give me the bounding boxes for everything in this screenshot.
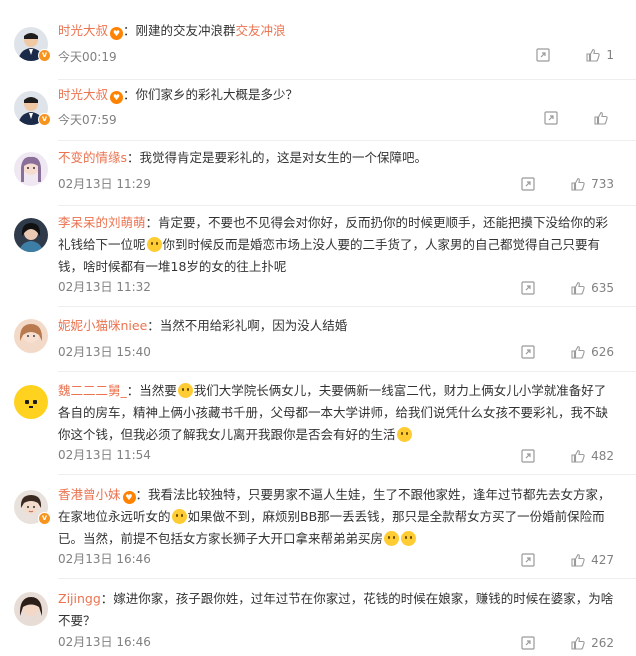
like-button[interactable]: 262 <box>571 636 614 650</box>
thumbs-up-icon <box>571 553 585 567</box>
reply-icon[interactable] <box>521 449 535 463</box>
verified-badge-icon: v <box>38 512 51 525</box>
avatar[interactable] <box>14 592 48 626</box>
comment-actions: 427 <box>521 553 614 567</box>
laugh-cry-emoji-icon <box>396 427 412 442</box>
like-count: 733 <box>591 177 614 191</box>
comment-text: 不变的情缘s：我觉得肯定是要彩礼的，这是对女生的一个保障吧。 <box>58 147 614 169</box>
divider <box>58 79 636 80</box>
topic-link[interactable]: 交友冲浪 <box>236 23 286 38</box>
avatar[interactable] <box>14 152 48 186</box>
comment-content: ：当然要 <box>126 383 177 398</box>
comment-text: 香港曾小妹 ♥ ：我看法比较独特，只要男家不逼人生娃，生了不跟他家姓，逢年过节都先去… <box>58 484 614 550</box>
divider <box>58 371 636 372</box>
thumbs-up-icon <box>586 48 601 62</box>
member-badge-icon: ♥ <box>110 27 124 40</box>
avatar[interactable] <box>14 218 48 252</box>
reply-icon[interactable] <box>521 281 535 295</box>
like-button[interactable]: 733 <box>571 177 614 191</box>
avatar[interactable] <box>14 319 48 353</box>
username-link[interactable]: 妮妮小猫咪niee <box>58 318 147 333</box>
laugh-cry-emoji-icon <box>177 383 193 398</box>
username-link[interactable]: 时光大叔 <box>58 23 108 38</box>
comment-actions <box>544 111 614 125</box>
thumbs-up-icon <box>594 111 608 125</box>
thumbs-up-icon <box>571 449 585 463</box>
comment-actions: 635 <box>521 281 614 295</box>
verified-badge-icon: v <box>38 113 51 126</box>
comment-actions: 482 <box>521 449 614 463</box>
like-button[interactable]: 427 <box>571 553 614 567</box>
like-count: 262 <box>591 636 614 650</box>
username-link[interactable]: 李呆呆的刘萌萌 <box>58 215 146 230</box>
thumbs-up-icon <box>571 636 585 650</box>
comment-content: ：你们家乡的彩礼大概是多少？ <box>123 87 299 102</box>
divider <box>58 474 636 475</box>
username-link[interactable]: 时光大叔 <box>58 87 108 102</box>
comment-text: 时光大叔 ♥ ：你们家乡的彩礼大概是多少？ <box>58 84 614 106</box>
username-link[interactable]: Zijingg <box>58 591 101 606</box>
comment-actions: 262 <box>521 636 614 650</box>
like-count: 1 <box>606 48 614 62</box>
like-count: 626 <box>591 345 614 359</box>
awkward-emoji-icon <box>384 531 400 546</box>
comment-time: 02月13日 15:40 <box>58 345 151 359</box>
member-badge-icon: ♥ <box>110 91 124 104</box>
smile-emoji-icon <box>146 237 162 252</box>
comment-time: 02月13日 16:46 <box>58 552 151 566</box>
member-badge-icon: ♥ <box>122 491 136 504</box>
username-link[interactable]: 香港曾小妹 <box>58 487 121 502</box>
thumbs-up-icon <box>571 281 585 295</box>
reply-icon[interactable] <box>521 636 535 650</box>
divider <box>58 306 636 307</box>
comment-time: 02月13日 16:46 <box>58 635 151 649</box>
username-link[interactable]: 不变的情缘s <box>58 150 127 165</box>
reply-icon[interactable] <box>544 111 558 125</box>
like-button[interactable]: 635 <box>571 281 614 295</box>
comment-text: 妮妮小猫咪niee：当然不用给彩礼啊，因为没人结婚 <box>58 315 614 337</box>
thumbs-up-icon <box>571 177 585 191</box>
comment-time: 今天00:19 <box>58 50 117 64</box>
comment-text: 时光大叔 ♥ ：刚建的交友冲浪群交友冲浪 <box>58 20 614 42</box>
comment-time: 02月13日 11:54 <box>58 448 151 462</box>
reply-icon[interactable] <box>521 177 535 191</box>
verified-badge-icon: v <box>38 49 51 62</box>
comment-content: ：刚建的交友冲浪群 <box>123 23 236 38</box>
like-button[interactable]: 626 <box>571 345 614 359</box>
comment-text: 李呆呆的刘萌萌：肯定要，不要也不见得会对你好，反而扔你的时候更顺手，还能把摸下没… <box>58 212 614 278</box>
reply-icon[interactable] <box>521 345 535 359</box>
like-button[interactable]: 1 <box>586 48 614 62</box>
thumbs-up-icon <box>571 345 585 359</box>
reply-icon[interactable] <box>521 553 535 567</box>
comment-text: Zijingg：嫁进你家，孩子跟你姓，过年过节在你家过，花钱的时候在娘家，赚钱的… <box>58 588 614 632</box>
comment-actions: 626 <box>521 345 614 359</box>
awkward-emoji-icon <box>401 531 417 546</box>
comment-time: 今天07:59 <box>58 113 117 127</box>
comment-time: 02月13日 11:32 <box>58 280 151 294</box>
like-button[interactable] <box>594 111 614 125</box>
comment-content: ：当然不用给彩礼啊，因为没人结婚 <box>147 318 348 333</box>
avatar[interactable] <box>14 385 48 419</box>
like-count: 427 <box>591 553 614 567</box>
comment-text: 魏二二二舅_：当然要 我们大学院长俩女儿，夫要俩新一线富二代，财力上俩女儿小学就准… <box>58 380 614 446</box>
like-count: 635 <box>591 281 614 295</box>
comment-content: ：我觉得肯定是要彩礼的，这是对女生的一个保障吧。 <box>127 150 428 165</box>
like-button[interactable]: 482 <box>571 449 614 463</box>
comment-actions: 733 <box>521 177 614 191</box>
reply-icon[interactable] <box>536 48 550 62</box>
divider <box>58 578 636 579</box>
divider <box>58 140 636 141</box>
comment-time: 02月13日 11:29 <box>58 177 151 191</box>
comment-actions: 1 <box>536 48 614 62</box>
username-link[interactable]: 魏二二二舅_ <box>58 383 127 398</box>
like-count: 482 <box>591 449 614 463</box>
tongue-emoji-icon <box>171 509 187 524</box>
comment-content: ：嫁进你家，孩子跟你姓，过年过节在你家过，花钱的时候在娘家，赚钱的时候在婆家，为… <box>58 591 614 628</box>
divider <box>58 205 636 206</box>
